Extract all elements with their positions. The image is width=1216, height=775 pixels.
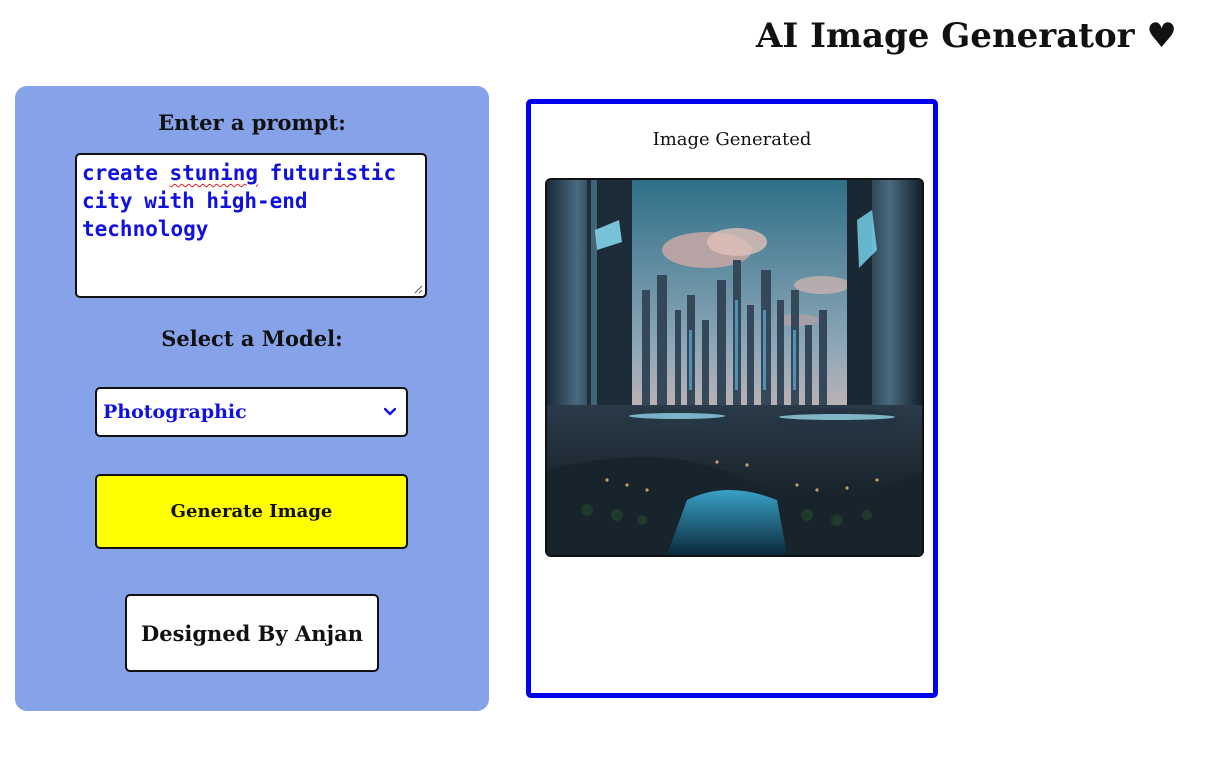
result-card: Image Generated <box>526 99 938 698</box>
page: AI Image Generator ♥ Enter a prompt: cre… <box>0 0 1216 775</box>
result-title: Image Generated <box>652 129 812 150</box>
model-label: Select a Model: <box>161 326 343 351</box>
futuristic-city-illustration <box>547 180 922 555</box>
page-title: AI Image Generator ♥ <box>756 16 1177 56</box>
prompt-text-misspelled: stuning <box>169 161 259 185</box>
generate-image-button[interactable]: Generate Image <box>95 474 408 549</box>
resize-handle-icon[interactable] <box>413 284 423 294</box>
control-panel: Enter a prompt: create stuning futuristi… <box>15 86 489 711</box>
chevron-down-icon <box>384 407 396 416</box>
prompt-textarea[interactable]: create stuning futuristic city with high… <box>75 153 427 298</box>
model-select[interactable]: Photographic <box>95 387 408 437</box>
generated-image <box>545 178 924 557</box>
prompt-text-start: create <box>82 161 170 185</box>
model-select-value: Photographic <box>103 401 247 423</box>
designer-credit: Designed By Anjan <box>125 594 379 672</box>
prompt-label: Enter a prompt: <box>158 110 346 135</box>
